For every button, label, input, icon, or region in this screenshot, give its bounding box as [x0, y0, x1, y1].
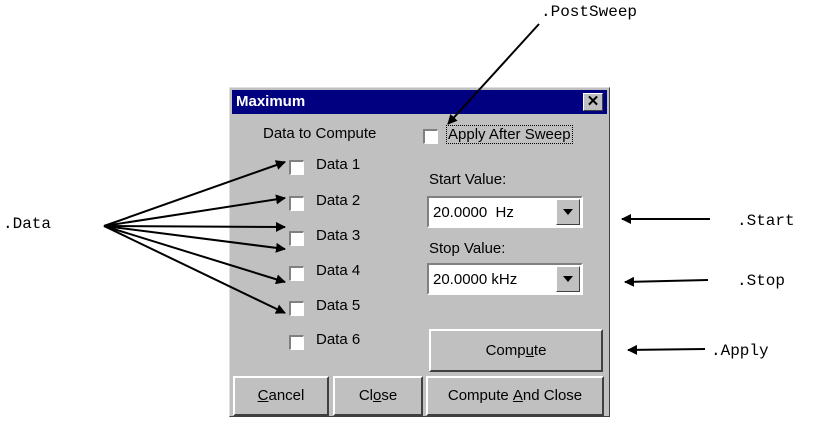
annotation-arrows [103, 23, 710, 355]
postsweep-arrow [447, 23, 540, 125]
data-arrow-5 [103, 225, 286, 285]
data-arrow-2 [103, 194, 286, 227]
data-arrow-1 [103, 160, 286, 227]
apply-arrow [627, 344, 706, 355]
data-arrow-3 [103, 221, 286, 232]
stop-arrow [624, 276, 709, 287]
data-arrow-6 [103, 225, 286, 314]
data-arrow-4 [103, 225, 286, 253]
